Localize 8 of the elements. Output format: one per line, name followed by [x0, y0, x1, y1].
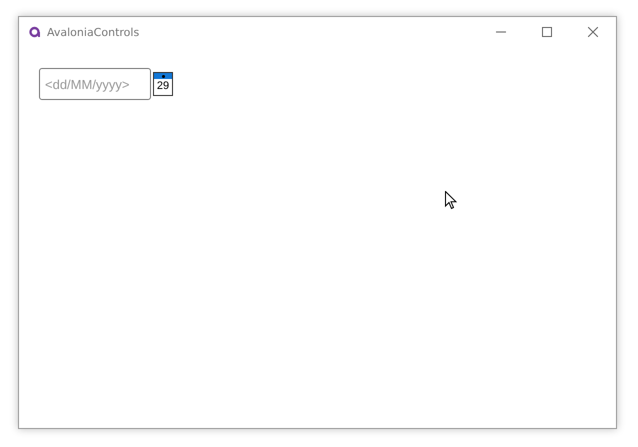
maximize-icon [542, 27, 552, 37]
app-logo-icon [29, 26, 41, 38]
mouse-pointer-icon [445, 191, 457, 210]
calendar-button[interactable]: 29 [153, 72, 173, 96]
close-icon [588, 27, 598, 37]
dot-icon [162, 74, 164, 78]
window-title: AvaloniaControls [47, 26, 140, 38]
date-input-field[interactable]: <dd/MM/yyyy> [39, 68, 151, 100]
